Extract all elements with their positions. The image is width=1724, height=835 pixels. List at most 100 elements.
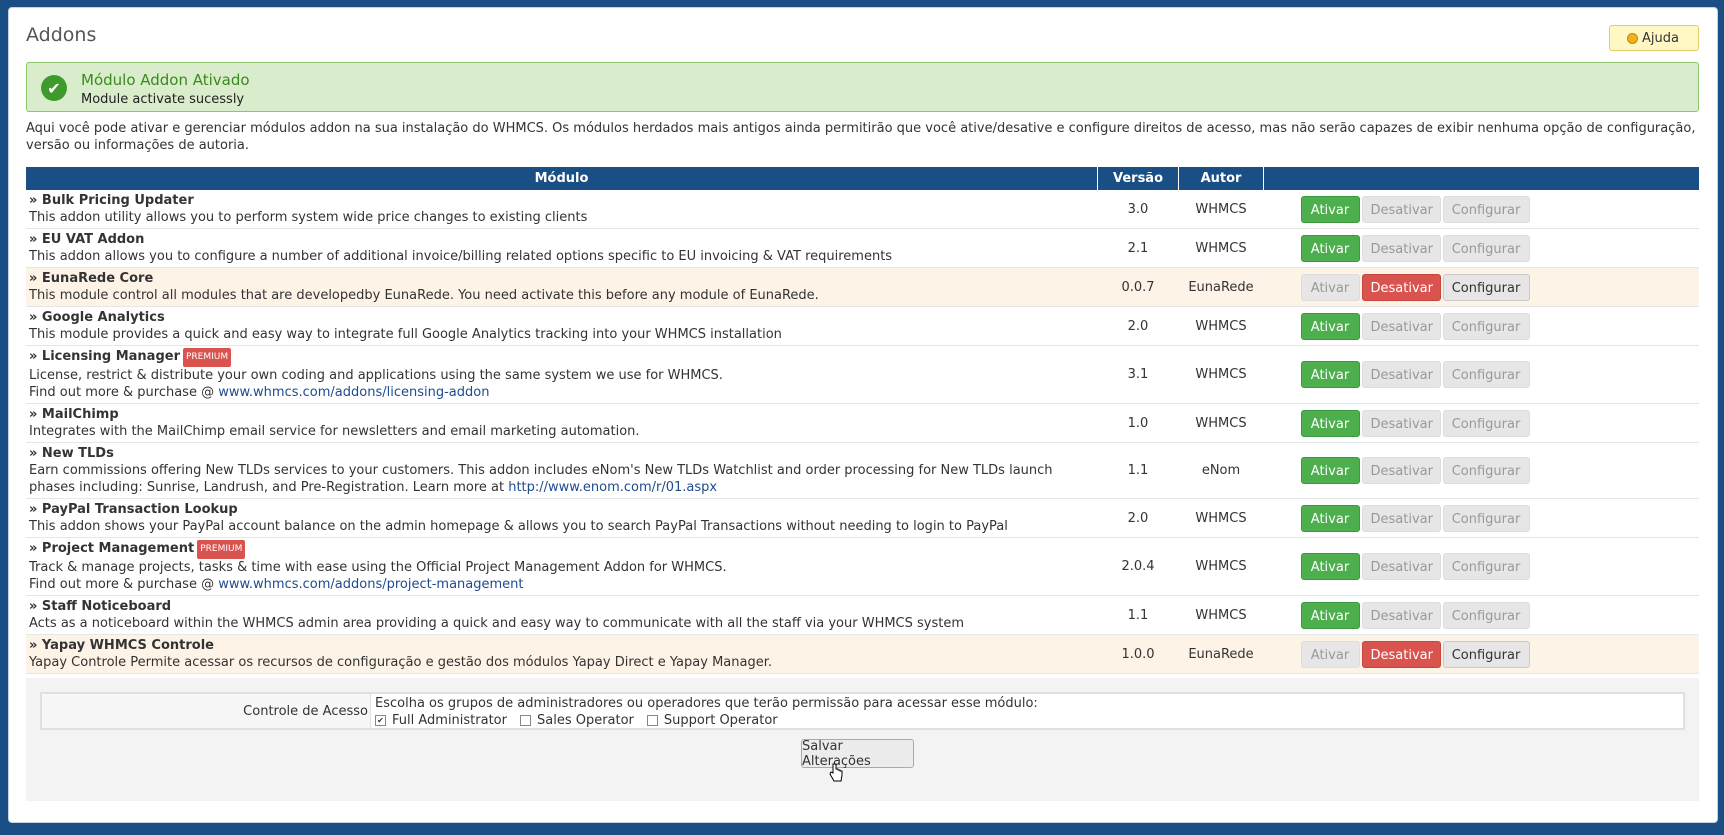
activate-button[interactable]: Ativar [1300, 553, 1360, 580]
activate-button[interactable]: Ativar [1300, 504, 1360, 532]
module-link[interactable]: http://www.enom.com/r/01.aspx [508, 480, 717, 495]
success-alert: ✔ Módulo Addon Ativado Module activate s… [26, 62, 1699, 112]
module-description-more: Find out more & purchase @ [29, 577, 219, 592]
configure-button[interactable]: Configurar [1442, 312, 1530, 340]
activate-button[interactable]: Ativar [1300, 361, 1360, 388]
checkbox-label: Support Operator [663, 713, 778, 728]
module-description-text: This module provides a quick and easy wa… [29, 327, 782, 342]
activate-button[interactable]: Ativar [1300, 273, 1360, 301]
configure-button[interactable]: Configurar [1442, 640, 1530, 668]
module-author: EunaRede [1178, 267, 1264, 307]
module-actions: Ativar Desativar Configurar [1263, 498, 1699, 538]
table-row: » MailChimp Integrates with the MailChimp… [26, 403, 1699, 443]
module-version: 2.0 [1097, 306, 1179, 346]
activate-button[interactable]: Ativar [1300, 640, 1360, 668]
deactivate-button[interactable]: Desativar [1361, 409, 1441, 437]
checkbox[interactable]: ✔ [375, 715, 386, 726]
module-description: Earn commissions offering New TLDs servi… [29, 462, 1095, 496]
deactivate-button[interactable]: Desativar [1361, 195, 1441, 223]
module-name: » MailChimp [29, 407, 119, 422]
deactivate-button[interactable]: Desativar [1361, 601, 1441, 629]
module-description-text: This addon utility allows you to perform… [29, 210, 588, 225]
module-version: 3.1 [1097, 345, 1179, 404]
module-actions: Ativar Desativar Configurar [1263, 595, 1699, 635]
module-description-more: Find out more & purchase @ [29, 385, 219, 400]
access-control-text: Escolha os grupos de administradores ou … [375, 696, 1038, 711]
module-cell: » EunaRede Core This module control all m… [26, 267, 1098, 307]
intro-text: Aqui você pode ativar e gerenciar módulo… [26, 121, 1696, 153]
module-name: » PayPal Transaction Lookup [29, 502, 238, 517]
module-description-text: This addon shows your PayPal account bal… [29, 519, 1008, 534]
module-version: 3.0 [1097, 190, 1179, 229]
activate-button[interactable]: Ativar [1300, 195, 1360, 223]
premium-badge: PREMIUM [197, 540, 246, 559]
main-panel: Addons Ajuda ✔ Módulo Addon Ativado Modu… [8, 7, 1718, 823]
module-cell: » MailChimp Integrates with the MailChimp… [26, 403, 1098, 443]
table-row: » Staff Noticeboard Acts as a noticeboard… [26, 595, 1699, 635]
deactivate-button[interactable]: Desativar [1361, 273, 1441, 301]
activate-button[interactable]: Ativar [1300, 457, 1360, 484]
configure-button[interactable]: Configurar [1442, 553, 1530, 580]
configure-button[interactable]: Configurar [1442, 234, 1530, 262]
module-description-text: Yapay Controle Permite acessar os recurs… [29, 655, 772, 670]
access-option[interactable]: Sales Operator [519, 713, 634, 728]
module-version: 1.1 [1097, 595, 1179, 635]
activate-button[interactable]: Ativar [1300, 234, 1360, 262]
deactivate-button[interactable]: Desativar [1361, 312, 1441, 340]
activate-button[interactable]: Ativar [1300, 601, 1360, 629]
module-link[interactable]: www.whmcs.com/addons/licensing-addon [218, 385, 489, 400]
checkbox[interactable] [519, 715, 531, 726]
table-row: » Licensing Manager PREMIUM License, restr… [26, 345, 1699, 404]
module-version: 2.0.4 [1097, 537, 1179, 596]
access-option[interactable]: ✔ Full Administrator [375, 713, 507, 728]
module-description: Yapay Controle Permite acessar os recurs… [29, 654, 1095, 671]
deactivate-button[interactable]: Desativar [1361, 553, 1441, 580]
module-cell: » EU VAT Addon This addon allows you to c… [26, 228, 1098, 268]
deactivate-button[interactable]: Desativar [1361, 361, 1441, 388]
module-actions: Ativar Desativar Configurar [1263, 228, 1699, 268]
configure-button[interactable]: Configurar [1442, 504, 1530, 532]
configure-button[interactable]: Configurar [1442, 273, 1530, 301]
deactivate-button[interactable]: Desativar [1361, 234, 1441, 262]
module-description-text: License, restrict & distribute your own … [29, 368, 723, 383]
save-changes-button[interactable]: Salvar Alterações [801, 739, 914, 769]
activate-button[interactable]: Ativar [1300, 409, 1360, 437]
configure-button[interactable]: Configurar [1442, 361, 1530, 388]
checkbox[interactable] [646, 715, 658, 726]
module-description-text: Track & manage projects, tasks & time wi… [29, 560, 727, 575]
module-description: This addon allows you to configure a num… [29, 248, 1095, 265]
module-name: » Project Management [29, 541, 195, 556]
checkbox-label: Sales Operator [536, 713, 634, 728]
help-button[interactable]: Ajuda [1609, 25, 1699, 51]
module-link[interactable]: www.whmcs.com/addons/project-management [218, 577, 523, 592]
configure-button[interactable]: Configurar [1442, 457, 1530, 484]
header-version: Versão [1097, 167, 1179, 190]
deactivate-button[interactable]: Desativar [1361, 504, 1441, 532]
activate-button[interactable]: Ativar [1300, 312, 1360, 340]
deactivate-button[interactable]: Desativar [1361, 640, 1441, 668]
configure-button[interactable]: Configurar [1442, 409, 1530, 437]
module-name: » Licensing Manager [29, 349, 180, 364]
checkmark-icon: ✔ [41, 75, 67, 101]
alert-message: Module activate sucessly [81, 92, 245, 107]
help-label: Ajuda [1642, 30, 1679, 46]
module-cell: » Bulk Pricing Updater This addon utility… [26, 190, 1098, 229]
deactivate-button[interactable]: Desativar [1361, 457, 1441, 484]
module-name: » EU VAT Addon [29, 232, 145, 247]
module-cell: » Licensing Manager PREMIUM License, restr… [26, 345, 1098, 404]
premium-badge: PREMIUM [183, 348, 232, 367]
addons-table: Módulo Versão Autor » Bulk Pricing Updat… [26, 167, 1699, 674]
module-description: License, restrict & distribute your own … [29, 367, 1095, 401]
hand-cursor-icon [829, 763, 843, 782]
checkbox-label: Full Administrator [392, 713, 507, 728]
module-author: WHMCS [1178, 345, 1264, 404]
module-description: Track & manage projects, tasks & time wi… [29, 559, 1095, 593]
alert-title: Módulo Addon Ativado [81, 71, 250, 89]
module-actions: Ativar Desativar Configurar [1263, 442, 1699, 499]
configure-button[interactable]: Configurar [1442, 601, 1530, 629]
module-description-text: Acts as a noticeboard within the WHMCS a… [29, 616, 965, 631]
access-option[interactable]: Support Operator [646, 713, 778, 728]
table-row: » Bulk Pricing Updater This addon utility… [26, 190, 1699, 229]
table-row: » EunaRede Core This module control all m… [26, 267, 1699, 307]
configure-button[interactable]: Configurar [1442, 195, 1530, 223]
